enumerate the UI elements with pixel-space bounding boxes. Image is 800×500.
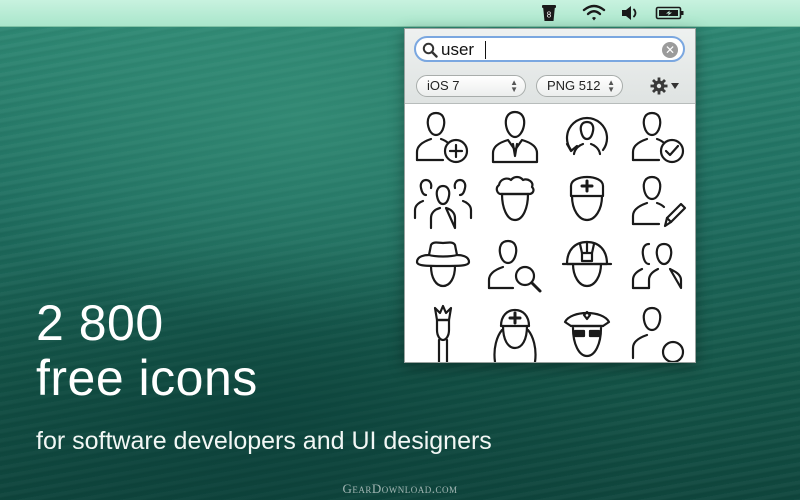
chevron-down-icon <box>671 83 679 89</box>
edit-user-icon[interactable] <box>623 170 695 234</box>
doctor-icon[interactable] <box>551 170 623 234</box>
search-field[interactable]: user ✕ <box>414 36 685 62</box>
user-rotate-icon[interactable] <box>551 106 623 170</box>
headline-line-2: free icons <box>36 350 258 406</box>
headline-line-1: 2 800 <box>36 295 164 351</box>
find-user-icon[interactable] <box>479 234 551 298</box>
businessman-icon[interactable] <box>479 106 551 170</box>
promo-headline: 2 800 free icons <box>36 296 258 406</box>
platform-select[interactable]: iOS 7 ▲ ▼ <box>416 75 526 97</box>
firefighter-icon[interactable] <box>551 234 623 298</box>
icon-results-grid <box>405 104 695 362</box>
platform-select-value: iOS 7 <box>427 78 460 93</box>
battery-charging-icon[interactable] <box>655 4 685 22</box>
settings-menu-button[interactable] <box>650 76 686 96</box>
app-cup-icon[interactable]: 8 <box>541 4 557 22</box>
select-arrows-icon: ▲ ▼ <box>510 78 518 94</box>
format-select[interactable]: PNG 512 ▲ ▼ <box>536 75 623 97</box>
menu-bar: 8 <box>0 0 800 27</box>
text-caret <box>485 41 486 59</box>
chef-icon[interactable] <box>479 170 551 234</box>
add-user-icon[interactable] <box>407 106 479 170</box>
volume-icon[interactable] <box>620 4 640 22</box>
icon-search-popover: user ✕ iOS 7 ▲ ▼ PNG 512 ▲ ▼ <box>404 28 696 363</box>
search-icon <box>422 42 438 58</box>
watermark: GearDownload.com <box>342 481 458 496</box>
user-check-icon[interactable] <box>623 106 695 170</box>
clear-search-icon[interactable]: ✕ <box>662 42 678 58</box>
user-clock-icon[interactable] <box>623 298 695 362</box>
police-icon[interactable] <box>551 298 623 362</box>
user-group-icon[interactable] <box>407 170 479 234</box>
search-input-value[interactable]: user <box>441 39 474 61</box>
select-arrows-icon: ▲ ▼ <box>607 78 615 94</box>
cowboy-icon[interactable] <box>407 234 479 298</box>
king-icon[interactable] <box>407 298 479 362</box>
nurse-icon[interactable] <box>479 298 551 362</box>
wifi-icon[interactable] <box>582 4 606 22</box>
format-select-value: PNG 512 <box>547 78 601 93</box>
promo-subline: for software developers and UI designers <box>36 427 492 455</box>
two-users-icon[interactable] <box>623 234 695 298</box>
app-badge-count: 8 <box>547 11 552 20</box>
gear-icon <box>650 77 668 95</box>
popover-toolbar: user ✕ iOS 7 ▲ ▼ PNG 512 ▲ ▼ <box>405 29 695 104</box>
